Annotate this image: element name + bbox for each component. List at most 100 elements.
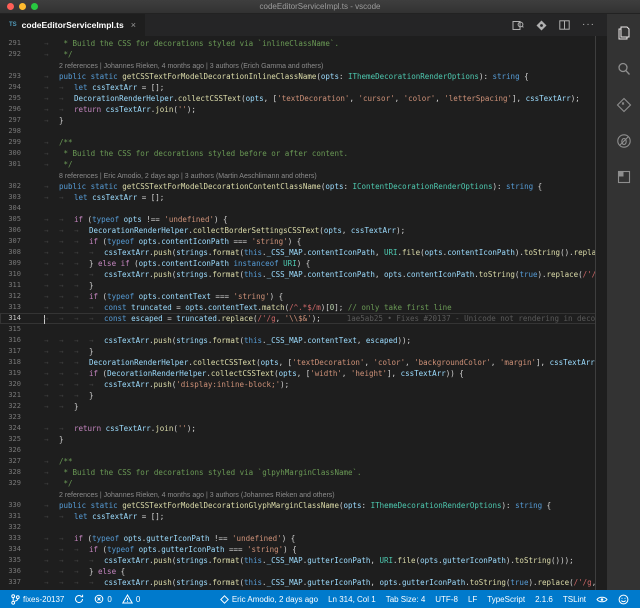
line-number[interactable]: 295	[0, 93, 30, 104]
activitybar-search-icon[interactable]	[613, 58, 635, 80]
line-number[interactable]: 321	[0, 390, 30, 401]
encoding-item[interactable]: UTF-8	[430, 595, 463, 604]
line-number[interactable]: 313	[0, 302, 30, 313]
code-line[interactable]: 330→public static getCSSTextForModelDeco…	[0, 500, 607, 511]
typescript-version-item[interactable]: 2.1.6	[530, 595, 558, 604]
code-line[interactable]: 302→public static getCSSTextForModelDeco…	[0, 181, 607, 192]
more-actions-icon[interactable]: ···	[582, 20, 595, 30]
line-number[interactable]: 291	[0, 38, 30, 49]
code-line[interactable]: 292→ */	[0, 49, 607, 60]
line-number[interactable]: 318	[0, 357, 30, 368]
line-number[interactable]: 297	[0, 115, 30, 126]
line-number[interactable]: 304	[0, 203, 30, 214]
codelens-text[interactable]: 2 references | Johannes Rieken, 4 months…	[59, 63, 323, 70]
line-number[interactable]: 312	[0, 291, 30, 302]
line-number[interactable]: 314	[0, 313, 30, 324]
code-line[interactable]: 331→→let cssTextArr = [];	[0, 511, 607, 522]
line-number[interactable]: 308	[0, 247, 30, 258]
line-number[interactable]: 324	[0, 423, 30, 434]
sync-item[interactable]	[69, 594, 89, 604]
line-number[interactable]: 327	[0, 456, 30, 467]
git-branch-item[interactable]: fixes-20137	[6, 594, 69, 605]
line-number[interactable]: 307	[0, 236, 30, 247]
line-number[interactable]: 337	[0, 577, 30, 588]
language-mode-item[interactable]: TypeScript	[482, 595, 530, 604]
open-preview-icon[interactable]	[512, 20, 524, 31]
gitlens-toggle-eye-icon[interactable]	[591, 595, 613, 604]
code-editor[interactable]: 291→ * Build the CSS for decorations sty…	[0, 36, 607, 590]
gitlens-blame-item[interactable]: Eric Amodio, 2 days ago	[215, 595, 323, 604]
tslint-item[interactable]: TSLint	[558, 595, 591, 604]
code-line[interactable]: 300→ * Build the CSS for decorations sty…	[0, 148, 607, 159]
vertical-scrollbar[interactable]	[595, 36, 607, 590]
line-number[interactable]: 329	[0, 478, 30, 489]
tab-size-item[interactable]: Tab Size: 4	[381, 595, 431, 604]
activitybar-debug-icon[interactable]	[613, 130, 635, 152]
line-number[interactable]: 334	[0, 544, 30, 555]
line-number[interactable]: 333	[0, 533, 30, 544]
line-number[interactable]: 292	[0, 49, 30, 60]
line-number[interactable]: 300	[0, 148, 30, 159]
code-line[interactable]: 334→→→if (typeof opts.gutterIconPath ===…	[0, 544, 607, 555]
line-number[interactable]: 332	[0, 522, 30, 533]
codelens-text[interactable]: 8 references | Eric Amodio, 2 days ago |…	[59, 173, 317, 180]
code-line[interactable]: 317→→→}	[0, 346, 607, 357]
line-number[interactable]: 323	[0, 412, 30, 423]
line-number[interactable]: 293	[0, 71, 30, 82]
split-editor-icon[interactable]	[559, 20, 570, 30]
feedback-smiley-icon[interactable]	[613, 594, 634, 605]
line-number[interactable]: 298	[0, 126, 30, 137]
activitybar-extensions-icon[interactable]	[613, 166, 635, 188]
code-line[interactable]: 294→→let cssTextArr = [];	[0, 82, 607, 93]
line-number[interactable]: 302	[0, 181, 30, 192]
line-number[interactable]: 309	[0, 258, 30, 269]
activitybar-source-control-icon[interactable]	[613, 94, 635, 116]
code-line[interactable]: 305→→if (typeof opts !== 'undefined') {	[0, 214, 607, 225]
code-line[interactable]: 314→→→→const escaped = truncated.replace…	[0, 313, 607, 324]
code-line[interactable]: 337→→→→cssTextArr.push(strings.format(th…	[0, 577, 607, 588]
code-line[interactable]: 310→→→→cssTextArr.push(strings.format(th…	[0, 269, 607, 280]
code-line[interactable]: 333→→if (typeof opts.gutterIconPath !== …	[0, 533, 607, 544]
line-number[interactable]: 315	[0, 324, 30, 335]
line-number[interactable]: 319	[0, 368, 30, 379]
line-number[interactable]: 296	[0, 104, 30, 115]
line-number[interactable]: 316	[0, 335, 30, 346]
warnings-item[interactable]: 0	[117, 594, 145, 604]
code-line[interactable]: 319→→→if (DecorationRenderHelper.collect…	[0, 368, 607, 379]
code-line[interactable]: 301→ */	[0, 159, 607, 170]
code-line[interactable]: 303→→let cssTextArr = [];	[0, 192, 607, 203]
codelens-line[interactable]: 8 references | Eric Amodio, 2 days ago |…	[0, 170, 607, 181]
code-line[interactable]: 312→→→if (typeof opts.contentText === 's…	[0, 291, 607, 302]
tab-codeEditorServiceImpl[interactable]: TS codeEditorServiceImpl.ts ×	[0, 14, 145, 36]
code-line[interactable]: 318→→→DecorationRenderHelper.collectCSST…	[0, 357, 607, 368]
codelens-line[interactable]: 2 references | Johannes Rieken, 4 months…	[0, 489, 607, 500]
code-line[interactable]: 324→→return cssTextArr.join('');	[0, 423, 607, 434]
line-number[interactable]: 325	[0, 434, 30, 445]
line-number[interactable]: 335	[0, 555, 30, 566]
code-line[interactable]: 325→}	[0, 434, 607, 445]
line-number[interactable]: 294	[0, 82, 30, 93]
code-line[interactable]: 298	[0, 126, 607, 137]
code-line[interactable]: 308→→→→cssTextArr.push(strings.format(th…	[0, 247, 607, 258]
errors-item[interactable]: 0	[89, 594, 116, 604]
code-line[interactable]: 323	[0, 412, 607, 423]
line-number[interactable]: 331	[0, 511, 30, 522]
code-line[interactable]: 299→/**	[0, 137, 607, 148]
line-number[interactable]: 317	[0, 346, 30, 357]
code-line[interactable]: 328→ * Build the CSS for decorations sty…	[0, 467, 607, 478]
line-number[interactable]: 330	[0, 500, 30, 511]
line-number[interactable]: 336	[0, 566, 30, 577]
code-line[interactable]: 332	[0, 522, 607, 533]
line-number[interactable]: 310	[0, 269, 30, 280]
code-line[interactable]: 293→public static getCSSTextForModelDeco…	[0, 71, 607, 82]
activitybar-explorer-icon[interactable]	[613, 22, 635, 44]
code-line[interactable]: 297→}	[0, 115, 607, 126]
code-line[interactable]: 313→→→→const truncated = opts.contentTex…	[0, 302, 607, 313]
code-line[interactable]: 306→→→DecorationRenderHelper.collectBord…	[0, 225, 607, 236]
line-number[interactable]: 328	[0, 467, 30, 478]
line-number[interactable]: 322	[0, 401, 30, 412]
code-line[interactable]: 304	[0, 203, 607, 214]
code-line[interactable]: 335→→→→cssTextArr.push(strings.format(th…	[0, 555, 607, 566]
line-number[interactable]: 311	[0, 280, 30, 291]
codelens-line[interactable]: 2 references | Johannes Rieken, 4 months…	[0, 60, 607, 71]
